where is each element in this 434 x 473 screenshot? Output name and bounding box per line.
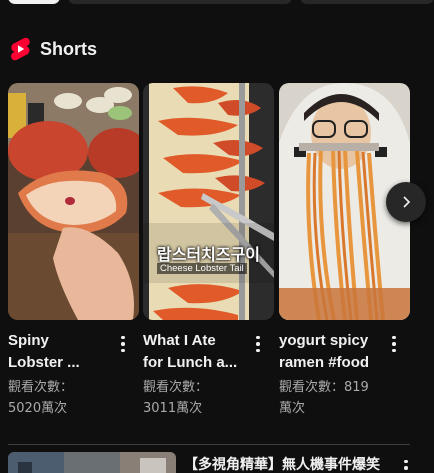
view-count-line: 5020萬次 [8,401,68,416]
shelf-header: Shorts [10,36,97,62]
next-button[interactable] [386,182,426,222]
card-title[interactable]: Spiny Lobster ... [8,330,114,374]
thumbnail-image [8,452,176,473]
title-line: for Lunch a... [143,354,238,371]
short-thumbnail[interactable]: 랍스터치즈구이 Cheese Lobster Tail [143,83,274,320]
short-card[interactable]: 랍스터치즈구이 Cheese Lobster Tail What I Ate f… [143,83,274,419]
view-count: 觀看次數： 3011萬次 [143,377,253,419]
more-vert-icon[interactable] [396,454,416,473]
video-item[interactable]: 【多視角精華】無人機事件爆笑 [8,452,428,473]
more-vert-icon[interactable] [384,330,404,358]
thumbnail-cheese-lobster [143,83,274,320]
view-count-line: 觀看次數：819 [279,380,369,395]
thumbnail-overlay-title: 랍스터치즈구이 [156,245,261,264]
shelf-title: Shorts [40,38,98,59]
title-line: Lobster ... [8,354,80,371]
card-title[interactable]: What I Ate for Lunch a... [143,330,249,374]
youtube-shorts-icon [11,37,30,61]
short-card[interactable]: Spiny Lobster ... 觀看次數： 5020萬次 [8,83,139,419]
chevron-right-icon [403,196,411,208]
short-thumbnail[interactable] [8,83,139,320]
view-count: 觀看次數：819 萬次 [279,377,389,419]
view-count-line: 觀看次數： [8,380,74,395]
chip[interactable] [300,0,434,4]
card-meta: yogurt spicy ramen #food 觀看次數：819 萬次 [279,330,410,419]
view-count-line: 萬次 [279,401,306,416]
shorts-shelf-page: Shorts Spiny Lobster ... 觀看次數： 5020萬次 랍스… [0,0,434,473]
thumbnail-overlay-subtitle: Cheese Lobster Tail [157,263,247,274]
card-title[interactable]: yogurt spicy ramen #food [279,330,385,374]
chip[interactable] [68,0,292,4]
title-line: ramen #food [279,354,370,371]
view-count-line: 3011萬次 [143,401,203,416]
card-meta: Spiny Lobster ... 觀看次數： 5020萬次 [8,330,139,419]
short-card[interactable]: yogurt spicy ramen #food 觀看次數：819 萬次 [279,83,410,419]
divider [8,444,410,445]
video-title[interactable]: 【多視角精華】無人機事件爆笑 [184,454,394,473]
title-line: yogurt spicy [279,332,369,349]
chip-all[interactable] [8,0,60,4]
thumbnail-lobster-hand [8,83,139,320]
card-meta: What I Ate for Lunch a... 觀看次數： 3011萬次 [143,330,274,419]
title-line: Spiny [8,332,49,349]
video-thumbnail[interactable] [8,452,176,473]
title-line: What I Ate [143,332,216,349]
view-count-line: 觀看次數： [143,380,209,395]
view-count: 觀看次數： 5020萬次 [8,377,118,419]
filter-chips [0,0,434,4]
more-vert-icon[interactable] [248,330,268,358]
more-vert-icon[interactable] [113,330,133,358]
